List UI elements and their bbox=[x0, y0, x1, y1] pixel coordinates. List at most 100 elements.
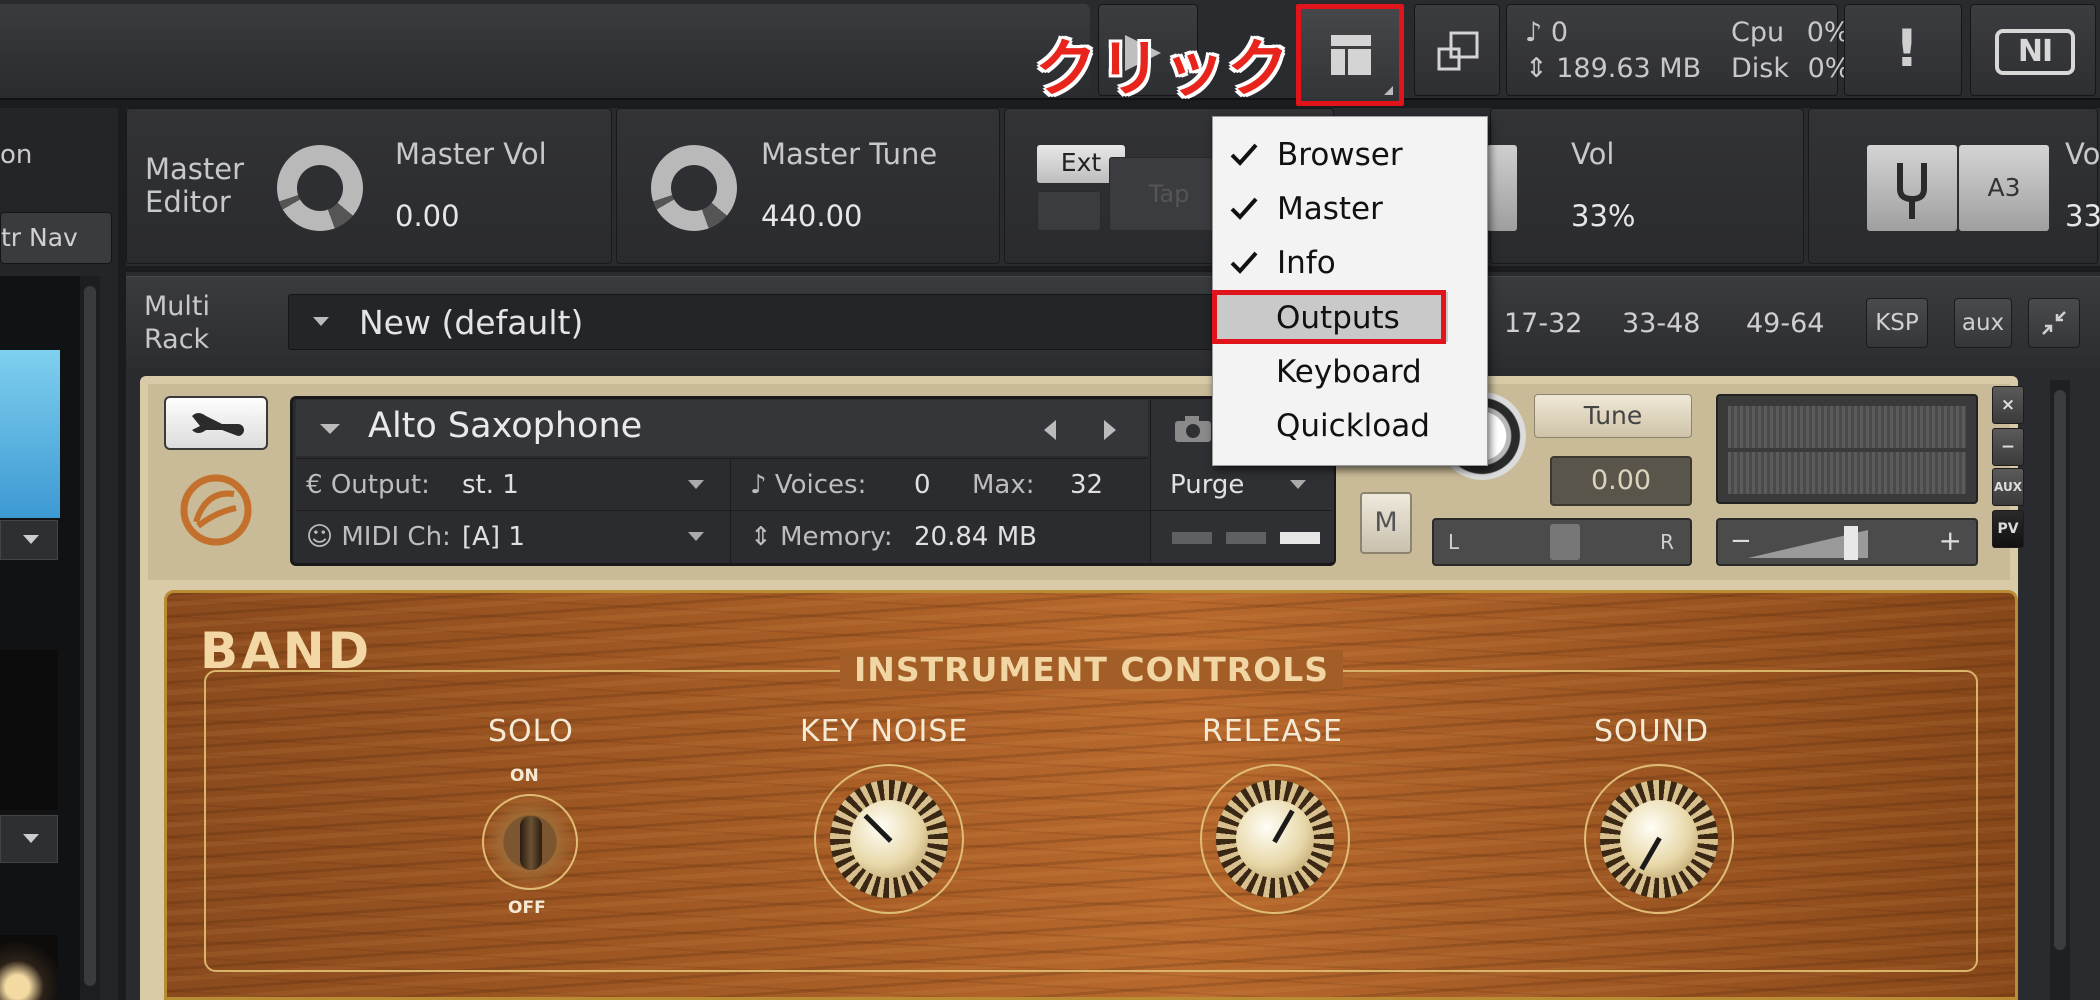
cpu-stat: Cpu 0% bbox=[1731, 17, 1850, 48]
rack-page-tab[interactable]: 17-32 bbox=[1504, 308, 1582, 339]
menu-item-info[interactable]: Info bbox=[1213, 237, 1487, 287]
chevron-down-icon[interactable] bbox=[1290, 480, 1306, 489]
master-vol-knob[interactable] bbox=[277, 145, 363, 231]
purge-menu[interactable]: Purge bbox=[1170, 470, 1244, 500]
rack-name-dropdown[interactable]: New (default) bbox=[288, 294, 1308, 350]
menu-item-label: Quickload bbox=[1276, 408, 1430, 444]
pv-button[interactable]: PV bbox=[1992, 510, 2024, 548]
solo-toggle-switch[interactable] bbox=[482, 794, 578, 890]
rack-page-tab[interactable]: 33-48 bbox=[1622, 308, 1700, 339]
menu-item-keyboard[interactable]: Keyboard bbox=[1212, 346, 1486, 396]
ksp-button[interactable]: KSP bbox=[1866, 298, 1928, 348]
rack-scrollbar[interactable] bbox=[2050, 380, 2070, 1000]
menu-item-browser[interactable]: Browser bbox=[1213, 129, 1487, 179]
voices-icon: ♪ bbox=[750, 470, 767, 500]
aux-sends-button[interactable]: AUX bbox=[1992, 468, 2024, 506]
chevron-down-icon[interactable] bbox=[320, 424, 340, 434]
instrument-name: Alto Saxophone bbox=[368, 406, 643, 446]
warning-icon: ! bbox=[1895, 19, 1919, 79]
next-instrument-icon[interactable] bbox=[1104, 420, 1116, 440]
tune-value[interactable]: 0.00 bbox=[1550, 456, 1692, 506]
metronome-vol-label: Vol bbox=[1571, 137, 1615, 171]
volume-ramp-icon bbox=[1748, 526, 1868, 560]
master-vol-panel: Master Editor Master Vol 0.00 bbox=[126, 108, 612, 264]
window-size-button[interactable] bbox=[1414, 4, 1500, 96]
warning-button[interactable]: ! bbox=[1844, 4, 1962, 96]
key-noise-label: KEY NOISE bbox=[800, 714, 969, 749]
instrument-volume-slider[interactable]: − + bbox=[1716, 518, 1978, 566]
dropdown-corner-icon bbox=[1384, 86, 1393, 95]
instrument-edit-button[interactable] bbox=[164, 396, 268, 450]
output-label: € Output: bbox=[306, 470, 430, 500]
resize-window-icon bbox=[1437, 31, 1479, 71]
prev-instrument-icon[interactable] bbox=[1044, 420, 1056, 440]
toggle-lever[interactable] bbox=[520, 816, 542, 870]
chevron-down-icon bbox=[23, 834, 39, 843]
chevron-down-icon[interactable] bbox=[688, 532, 704, 541]
purge-indicator bbox=[1280, 532, 1320, 544]
solo-on-label: ON bbox=[510, 766, 539, 786]
pan-right-label: R bbox=[1660, 530, 1674, 554]
menu-item-master[interactable]: Master bbox=[1213, 183, 1487, 233]
max-voices-value[interactable]: 32 bbox=[1070, 470, 1103, 500]
volume-plus-icon[interactable]: + bbox=[1939, 524, 1962, 557]
click-annotation-label: クリック bbox=[1035, 32, 1292, 105]
voices-count: 0 bbox=[1550, 17, 1569, 48]
library-thumbnail[interactable] bbox=[0, 350, 60, 518]
master-tune-panel: Master Tune 440.00 bbox=[616, 108, 1000, 264]
master-bar: Master Editor Master Vol 0.00 Master Tun… bbox=[126, 108, 2100, 266]
instr-nav-label: tr Nav bbox=[1, 223, 78, 252]
mute-button[interactable]: M bbox=[1360, 492, 1412, 554]
browser-scrollbar[interactable] bbox=[80, 276, 100, 1000]
tuning-fork-icon bbox=[1897, 163, 1927, 219]
tuner-vol-value[interactable]: 33% bbox=[2065, 199, 2100, 233]
tuner-note-button[interactable]: A3 bbox=[1959, 145, 2049, 231]
pan-slider-handle[interactable] bbox=[1550, 524, 1580, 560]
release-label: RELEASE bbox=[1202, 714, 1343, 749]
collapse-rack-button[interactable] bbox=[2028, 298, 2080, 348]
master-tune-knob[interactable] bbox=[651, 145, 737, 231]
rack-name: New (default) bbox=[359, 303, 584, 342]
solo-off-label: OFF bbox=[508, 898, 546, 918]
browser-tab-label[interactable]: on bbox=[0, 140, 32, 170]
camera-icon[interactable] bbox=[1173, 414, 1213, 444]
midi-icon: ☺ bbox=[306, 522, 334, 552]
master-tune-value[interactable]: 440.00 bbox=[761, 199, 862, 233]
instr-nav-button[interactable]: tr Nav bbox=[0, 212, 112, 264]
chevron-down-icon[interactable] bbox=[688, 480, 704, 489]
key-noise-knob[interactable] bbox=[814, 764, 964, 914]
scrollbar-thumb[interactable] bbox=[84, 286, 96, 986]
menu-item-label: Keyboard bbox=[1276, 354, 1422, 390]
wrench-icon bbox=[192, 413, 244, 436]
toolbar-left-strip bbox=[0, 4, 1090, 96]
transport-mini-buttons[interactable] bbox=[1037, 191, 1101, 231]
rack-page-tab[interactable]: 49-64 bbox=[1746, 308, 1824, 339]
library-thumbnail[interactable] bbox=[0, 935, 58, 1000]
ni-logo-button[interactable]: NI bbox=[1970, 4, 2096, 96]
pan-slider[interactable]: L R bbox=[1432, 518, 1692, 566]
close-instrument-button[interactable]: × bbox=[1992, 386, 2024, 424]
library-dropdown[interactable] bbox=[0, 520, 58, 560]
instrument-controls-title: INSTRUMENT CONTROLS bbox=[840, 650, 1344, 689]
sound-knob[interactable] bbox=[1584, 764, 1734, 914]
library-dropdown[interactable] bbox=[0, 815, 58, 863]
metronome-vol-value[interactable]: 33% bbox=[1571, 199, 1635, 233]
memory-icon: ⇕ bbox=[1525, 53, 1548, 84]
master-vol-value[interactable]: 0.00 bbox=[395, 199, 460, 233]
menu-item-quickload[interactable]: Quickload bbox=[1212, 400, 1486, 450]
aux-button[interactable]: aux bbox=[1954, 298, 2012, 348]
release-knob[interactable] bbox=[1200, 764, 1350, 914]
level-meter-left bbox=[1728, 406, 1966, 448]
midi-channel-value[interactable]: [A] 1 bbox=[462, 522, 525, 552]
view-layout-button[interactable] bbox=[1296, 4, 1404, 106]
tap-tempo-button[interactable]: Tap bbox=[1109, 157, 1229, 231]
output-icon: € bbox=[306, 470, 323, 500]
minimize-instrument-button[interactable]: − bbox=[1992, 428, 2024, 466]
metronome-button[interactable] bbox=[1487, 145, 1517, 231]
output-value[interactable]: st. 1 bbox=[462, 470, 519, 500]
library-thumbnail[interactable] bbox=[0, 650, 58, 810]
tuner-button[interactable] bbox=[1867, 145, 1957, 231]
menu-item-label: Browser bbox=[1277, 137, 1403, 173]
memory-stat: ⇕ 189.63 MB bbox=[1525, 53, 1701, 84]
scrollbar-thumb[interactable] bbox=[2054, 390, 2066, 950]
